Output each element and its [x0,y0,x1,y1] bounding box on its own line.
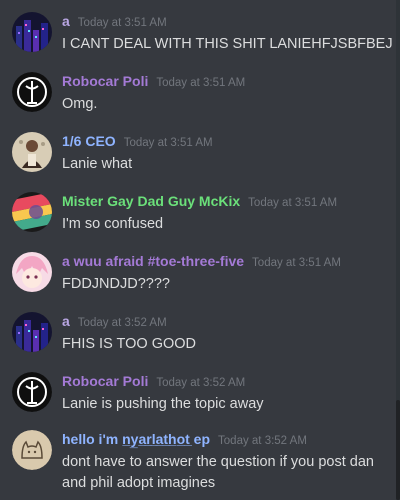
message-content: FDDJNDJD???? [62,276,170,292]
timestamp: Today at 3:51 AM [156,77,246,89]
message-header: a Today at 3:51 AM [62,12,167,32]
message-content: I CANT DEAL WITH THIS SHIT LANIEHFJSBFBE… [62,36,393,52]
message: 1/6 CEO Today at 3:51 AM Lanie what [0,132,396,188]
message-content: Lanie is pushing the topic away [62,396,264,412]
message-header: a Today at 3:52 AM [62,312,167,332]
scrollbar-thumb[interactable] [396,400,400,500]
username[interactable]: 1/6 CEO [62,133,116,149]
timestamp: Today at 3:52 AM [77,317,167,329]
timestamp: Today at 3:51 AM [248,197,338,209]
message-header: Robocar Poli Today at 3:51 AM [62,72,245,92]
username[interactable]: a [62,313,70,329]
colorful-avatar[interactable] [12,192,52,232]
emblem-avatar[interactable] [12,72,52,112]
message: a Today at 3:52 AM FHIS IS TOO GOOD [0,312,396,368]
username[interactable]: Robocar Poli [62,373,148,389]
message: a wuu afraid #toe-three-five Today at 3:5… [0,252,396,308]
username[interactable]: Robocar Poli [62,73,148,89]
username[interactable]: a wuu afraid #toe-three-five [62,253,244,269]
username[interactable]: a [62,13,70,29]
timestamp: Today at 3:52 AM [218,435,307,447]
timestamp: Today at 3:51 AM [252,257,341,269]
username[interactable]: hello i'm n̲y̲a̲r̲l̲a̲t̲h̲o̲t̲ ep [62,431,210,447]
message-header: hello i'm n̲y̲a̲r̲l̲a̲t̲h̲o̲t̲ ep Today a… [62,430,307,450]
photo-avatar[interactable] [12,132,52,172]
message: hello i'm n̲y̲a̲r̲l̲a̲t̲h̲o̲t̲ ep Today a… [0,430,396,496]
message: Mister Gay Dad Guy McKix Today at 3:51 AM… [0,192,396,248]
neon-city-avatar[interactable] [12,12,52,52]
message: Robocar Poli Today at 3:52 AM Lanie is pu… [0,372,396,428]
message-feed: a Today at 3:51 AM I CANT DEAL WITH THIS … [0,0,400,500]
message-content: FHIS IS TOO GOOD [62,336,197,352]
message-content: Lanie what [62,156,133,172]
cat-doodle-avatar[interactable] [12,430,52,470]
anime-avatar[interactable] [12,252,52,292]
message: Robocar Poli Today at 3:51 AM Omg. [0,72,396,128]
message-header: Robocar Poli Today at 3:52 AM [62,372,245,392]
message-header: Mister Gay Dad Guy McKix Today at 3:51 AM [62,192,337,212]
message-header: a wuu afraid #toe-three-five Today at 3:5… [62,252,341,272]
message-content: I'm so confused [62,216,164,232]
username[interactable]: Mister Gay Dad Guy McKix [62,193,240,209]
timestamp: Today at 3:51 AM [77,17,167,29]
emblem-avatar[interactable] [12,372,52,412]
neon-city-avatar[interactable] [12,312,52,352]
timestamp: Today at 3:51 AM [123,137,213,149]
message: a Today at 3:51 AM I CANT DEAL WITH THIS … [0,12,396,68]
message-content: Omg. [62,96,98,112]
message-header: 1/6 CEO Today at 3:51 AM [62,132,213,152]
message-content: dont have to answer the question if you … [62,454,374,491]
timestamp: Today at 3:52 AM [156,377,246,389]
